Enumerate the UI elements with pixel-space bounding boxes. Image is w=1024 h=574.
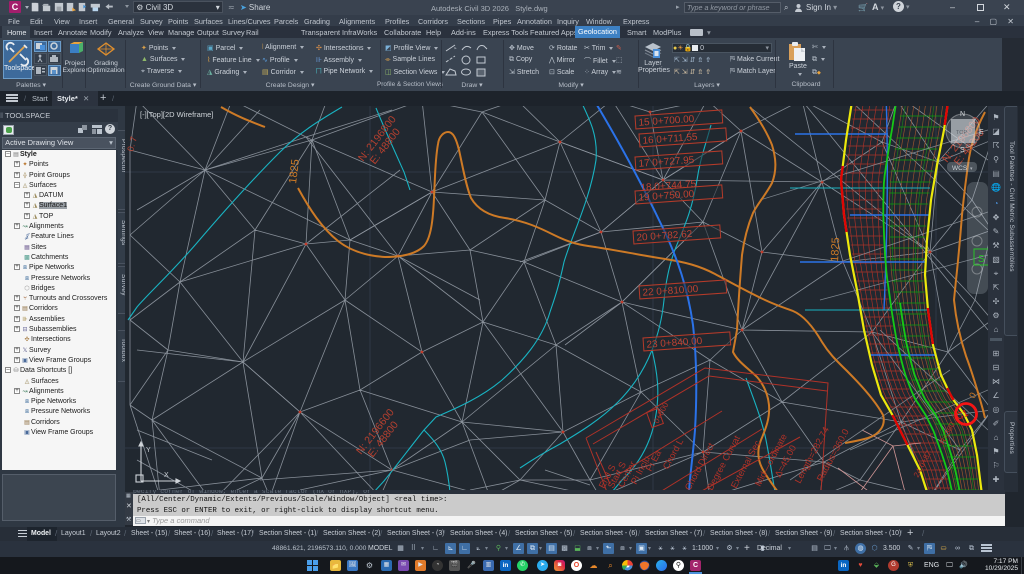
svg-text:▧: ▧ <box>992 255 1000 264</box>
svg-text:⌂: ⌂ <box>994 433 999 442</box>
svg-text:◪: ◪ <box>992 127 1000 136</box>
svg-text:✣: ✣ <box>993 297 1000 306</box>
svg-text:WCS: WCS <box>952 165 968 172</box>
svg-text:🌐: 🌐 <box>991 182 1001 192</box>
svg-text:1825: 1825 <box>829 237 842 262</box>
svg-text:☈: ☈ <box>992 141 999 150</box>
svg-text:⚐: ⚐ <box>992 461 999 470</box>
svg-text:⚙: ⚙ <box>992 311 999 320</box>
svg-text:TOP: TOP <box>956 130 968 136</box>
svg-text:✥: ✥ <box>993 213 1000 222</box>
svg-text:⚑: ⚑ <box>992 113 999 122</box>
svg-text:▤: ▤ <box>992 169 1000 178</box>
svg-text:⊞: ⊞ <box>993 349 1000 358</box>
svg-text:E: E <box>979 129 984 136</box>
svg-text:◎: ◎ <box>993 405 1000 414</box>
svg-text:⌂: ⌂ <box>994 325 999 334</box>
svg-text:⇱: ⇱ <box>993 283 1000 292</box>
svg-text:Y: Y <box>146 447 151 454</box>
svg-text:⚲: ⚲ <box>993 155 999 164</box>
svg-text:S: S <box>960 147 965 154</box>
svg-text:⌖: ⌖ <box>994 269 999 278</box>
svg-text:X: X <box>164 472 169 479</box>
svg-text:S: S <box>978 254 985 265</box>
svg-text:⊟: ⊟ <box>993 363 1000 372</box>
svg-text:✚: ✚ <box>993 475 1000 484</box>
svg-text:◔: ◔ <box>994 199 999 208</box>
svg-text:✎: ✎ <box>993 227 1000 236</box>
svg-text:⚑: ⚑ <box>992 447 999 456</box>
svg-text:⚒: ⚒ <box>992 241 999 250</box>
svg-text:∠: ∠ <box>992 391 999 400</box>
svg-text:⋈: ⋈ <box>992 377 1000 386</box>
svg-text:N: N <box>960 111 965 118</box>
svg-text:✐: ✐ <box>993 419 1000 428</box>
svg-text:[-][Top][2D Wireframe]: [-][Top][2D Wireframe] <box>140 110 213 119</box>
